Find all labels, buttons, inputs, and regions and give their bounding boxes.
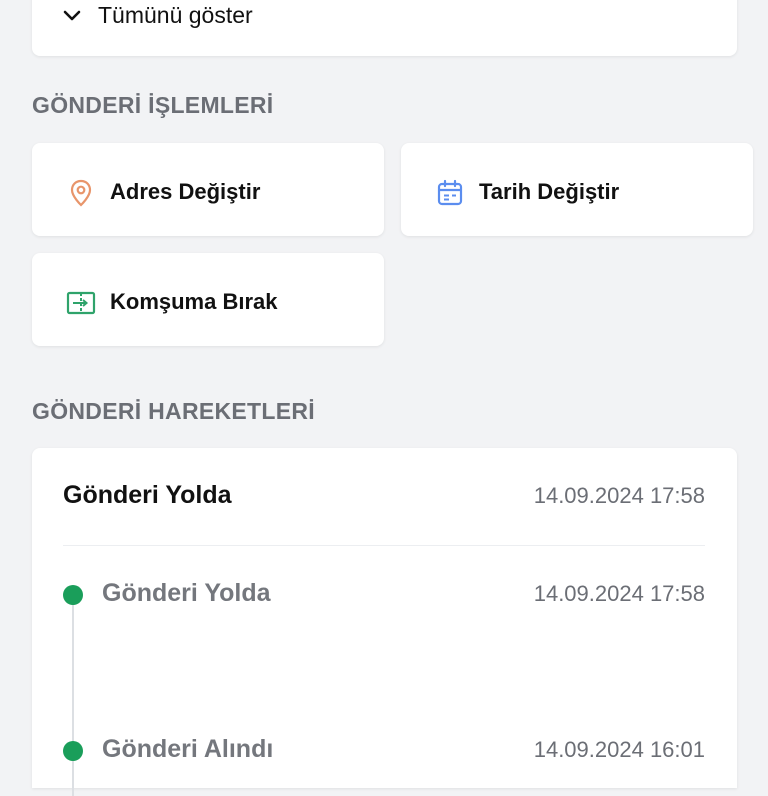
history-card: Gönderi Yolda 14.09.2024 17:58 Gönderi Y… [32, 448, 737, 796]
history-section-title: GÖNDERİ HAREKETLERİ [32, 398, 315, 424]
change-address-label: Adres Değiştir [110, 179, 261, 204]
show-all-label: Tümünü göster [98, 2, 253, 28]
show-all-button[interactable]: Tümünü göster [62, 2, 253, 29]
timeline-event-status: Gönderi Yolda [102, 579, 271, 607]
timeline-event-status: Gönderi Alındı [102, 735, 274, 763]
timeline-event-date: 14.09.2024 17:58 [533, 581, 705, 606]
actions-section-title: GÖNDERİ İŞLEMLERİ [32, 92, 274, 118]
neighbor-transfer-icon [66, 291, 96, 315]
change-date-label: Tarih Değiştir [479, 179, 620, 204]
calendar-icon [437, 179, 463, 206]
divider [63, 545, 705, 546]
current-status-date: 14.09.2024 17:58 [533, 483, 705, 508]
timeline-line [72, 596, 74, 796]
chevron-down-icon [63, 10, 81, 20]
leave-with-neighbor-button[interactable]: Komşuma Bırak [32, 253, 384, 346]
details-card: Tümünü göster [32, 0, 737, 56]
timeline-dot [63, 741, 83, 761]
timeline-event-date: 14.09.2024 16:01 [533, 737, 705, 762]
change-address-button[interactable]: Adres Değiştir [32, 143, 384, 236]
leave-with-neighbor-label: Komşuma Bırak [110, 289, 278, 314]
timeline-dot [63, 585, 83, 605]
change-date-button[interactable]: Tarih Değiştir [401, 143, 753, 236]
current-status: Gönderi Yolda [63, 481, 232, 509]
location-pin-icon [70, 179, 92, 207]
